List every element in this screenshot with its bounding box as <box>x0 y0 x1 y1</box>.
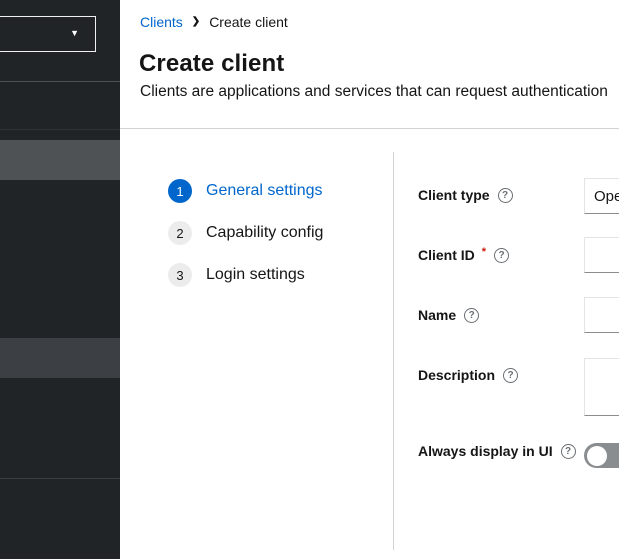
always-display-label: Always display in UI <box>418 443 553 459</box>
always-display-help-icon[interactable]: ? <box>561 444 576 459</box>
description-textarea[interactable] <box>584 358 619 416</box>
required-marker: * <box>482 246 486 258</box>
caret-down-icon: ▼ <box>70 29 79 38</box>
sidebar-item[interactable] <box>0 338 120 378</box>
page-subtitle: Clients are applications and services th… <box>140 83 608 101</box>
description-label-row: Description ? <box>418 365 518 385</box>
name-label: Name <box>418 307 456 323</box>
always-display-label-row: Always display in UI ? <box>418 441 576 461</box>
sidebar-divider <box>0 478 120 479</box>
step-number-badge: 1 <box>168 179 192 203</box>
client-type-help-icon[interactable]: ? <box>498 188 513 203</box>
description-help-icon[interactable]: ? <box>503 368 518 383</box>
wizard-divider <box>393 152 394 550</box>
client-type-value: OpenID Connect <box>594 188 619 205</box>
sidebar-item-selected[interactable] <box>0 140 120 180</box>
client-id-label-row: Client ID * ? <box>418 245 509 265</box>
toggle-knob <box>587 446 607 466</box>
client-type-label-row: Client type ? <box>418 185 513 205</box>
sidebar: ▼ <box>0 0 120 559</box>
client-id-input[interactable] <box>584 237 619 273</box>
client-id-help-icon[interactable]: ? <box>494 248 509 263</box>
breadcrumb: Clients ❯ Create client <box>140 13 288 31</box>
breadcrumb-current: Create client <box>209 13 288 31</box>
name-label-row: Name ? <box>418 305 479 325</box>
step-label: General settings <box>206 182 323 200</box>
sidebar-divider <box>0 81 120 82</box>
wizard-step-capability-config[interactable]: 2 Capability config <box>168 221 323 245</box>
step-number-badge: 3 <box>168 263 192 287</box>
step-number-badge: 2 <box>168 221 192 245</box>
page-title: Create client <box>139 50 284 78</box>
realm-selector-dropdown[interactable]: ▼ <box>0 16 96 52</box>
wizard-step-general-settings[interactable]: 1 General settings <box>168 179 323 203</box>
name-input[interactable] <box>584 297 619 333</box>
client-id-label: Client ID <box>418 247 475 263</box>
client-type-select[interactable]: OpenID Connect <box>584 178 619 214</box>
breadcrumb-separator-icon: ❯ <box>192 13 200 31</box>
client-type-label: Client type <box>418 187 490 203</box>
name-help-icon[interactable]: ? <box>464 308 479 323</box>
wizard-step-login-settings[interactable]: 3 Login settings <box>168 263 305 287</box>
header-divider <box>120 128 619 129</box>
always-display-toggle[interactable] <box>584 443 619 468</box>
step-label: Capability config <box>206 224 323 242</box>
breadcrumb-link-clients[interactable]: Clients <box>140 13 183 31</box>
step-label: Login settings <box>206 266 305 284</box>
create-client-page: ▼ Clients ❯ Create client Create client … <box>0 0 619 559</box>
sidebar-divider <box>0 129 120 130</box>
description-label: Description <box>418 367 495 383</box>
